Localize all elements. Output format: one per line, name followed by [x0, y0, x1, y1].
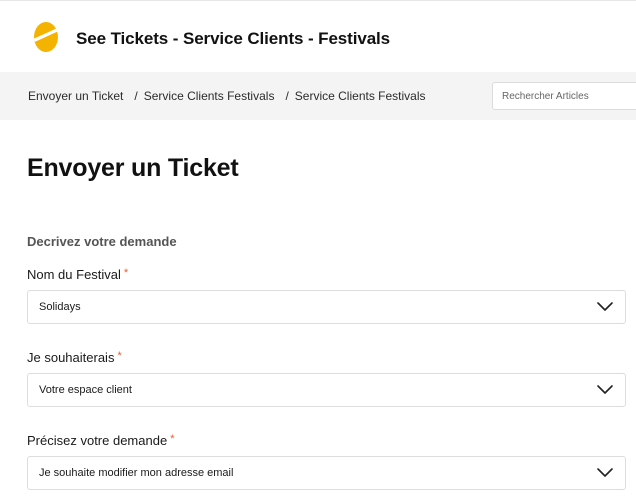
breadcrumb-separator: / — [134, 89, 138, 103]
breadcrumb-separator: / — [285, 89, 289, 103]
festival-name-select[interactable]: Solidays — [27, 290, 626, 324]
page-title: Envoyer un Ticket — [27, 154, 239, 182]
see-tickets-logo-icon[interactable] — [33, 21, 59, 53]
breadcrumb-item-service-clients-current[interactable]: Service Clients Festivals — [295, 89, 426, 103]
breadcrumb: Envoyer un Ticket / Service Clients Fest… — [28, 89, 426, 103]
field-label-text: Je souhaiterais — [27, 350, 115, 365]
chevron-down-icon[interactable] — [597, 300, 613, 314]
field-label-text: Nom du Festival — [27, 267, 121, 282]
je-souhaiterais-select[interactable]: Votre espace client — [27, 373, 626, 407]
chevron-down-icon[interactable] — [597, 383, 613, 397]
festival-name-label: Nom du Festival * — [27, 267, 128, 282]
je-souhaiterais-label: Je souhaiterais * — [27, 350, 122, 365]
chevron-down-icon[interactable] — [597, 466, 613, 480]
select-value: Votre espace client — [39, 384, 132, 396]
required-marker: * — [170, 433, 175, 445]
precisez-demande-select[interactable]: Je souhaite modifier mon adresse email — [27, 456, 626, 490]
search-input[interactable] — [493, 83, 636, 109]
required-marker: * — [117, 350, 122, 362]
site-header: See Tickets - Service Clients - Festival… — [0, 0, 636, 72]
select-value: Solidays — [39, 301, 81, 313]
breadcrumb-item-service-clients[interactable]: Service Clients Festivals — [144, 89, 275, 103]
search-box — [492, 82, 636, 110]
select-value: Je souhaite modifier mon adresse email — [39, 467, 234, 479]
required-marker: * — [123, 267, 129, 279]
section-title: Decrivez votre demande — [27, 234, 177, 249]
breadcrumb-item-envoyer-ticket[interactable]: Envoyer un Ticket — [28, 89, 123, 103]
site-title[interactable]: See Tickets - Service Clients - Festival… — [76, 29, 390, 49]
precisez-demande-label: Précisez votre demande * — [27, 433, 174, 448]
field-label-text: Précisez votre demande — [27, 433, 168, 448]
